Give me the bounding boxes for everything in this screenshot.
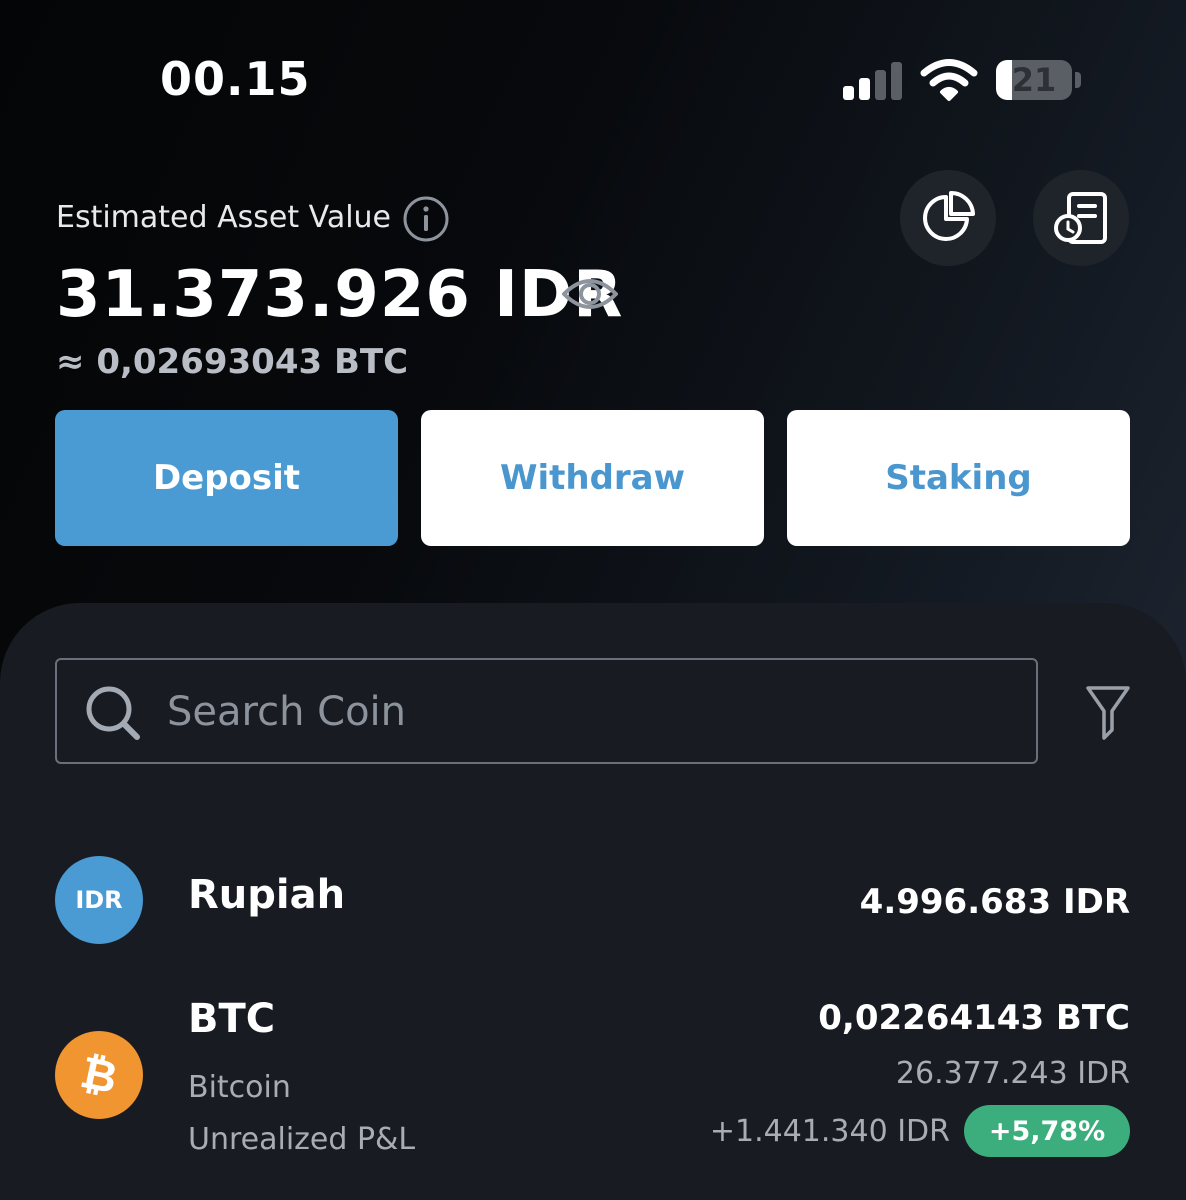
rupiah-avatar: IDR (55, 856, 143, 944)
estimated-asset-label: Estimated Asset Value (56, 200, 392, 235)
btc-full-name: Bitcoin (188, 1070, 291, 1105)
bitcoin-avatar: ₿ (55, 1031, 143, 1119)
cellular-signal-icon (843, 62, 903, 100)
unrealized-pnl-value: +1.441.340 IDR (709, 1114, 950, 1149)
transaction-history-button[interactable] (1033, 170, 1129, 266)
estimated-asset-value: 31.373.926 IDR (56, 258, 624, 332)
signal-bar (859, 78, 870, 100)
unrealized-pnl-label: Unrealized P&L (188, 1122, 416, 1157)
signal-bar (843, 86, 854, 100)
bitcoin-icon: ₿ (76, 1047, 122, 1104)
pie-chart-icon (923, 190, 975, 241)
pnl-percent-badge: +5,78% (964, 1105, 1130, 1157)
wallet-screen: 00.15 21 Estimated Asset Value 31.373.92… (0, 0, 1186, 1200)
eye-icon[interactable] (560, 270, 620, 322)
battery-cap (1075, 72, 1081, 88)
rupiah-name[interactable]: Rupiah (188, 872, 345, 918)
status-time: 00.15 (160, 52, 311, 106)
deposit-button[interactable]: Deposit (55, 410, 398, 546)
btc-amount: 0,02264143 BTC (818, 998, 1130, 1038)
btc-equivalent: ≈ 0,02693043 BTC (56, 342, 409, 382)
info-icon[interactable] (402, 195, 450, 247)
btc-name[interactable]: BTC (188, 996, 275, 1042)
wifi-icon (920, 58, 978, 106)
btc-idr-value: 26.377.243 IDR (895, 1056, 1130, 1091)
battery-percent: 21 (1011, 61, 1057, 99)
withdraw-button[interactable]: Withdraw (421, 410, 764, 546)
search-input[interactable] (165, 660, 1029, 764)
staking-button[interactable]: Staking (787, 410, 1130, 546)
filter-icon[interactable] (1084, 684, 1132, 746)
search-box[interactable] (55, 658, 1038, 764)
search-icon (84, 684, 142, 746)
signal-bar (875, 70, 886, 100)
svg-text:₿: ₿ (76, 1047, 122, 1104)
battery-icon: 21 (996, 60, 1072, 100)
portfolio-chart-button[interactable] (900, 170, 996, 266)
signal-bar (891, 62, 902, 100)
report-history-icon (1054, 192, 1107, 244)
rupiah-amount: 4.996.683 IDR (859, 882, 1130, 922)
